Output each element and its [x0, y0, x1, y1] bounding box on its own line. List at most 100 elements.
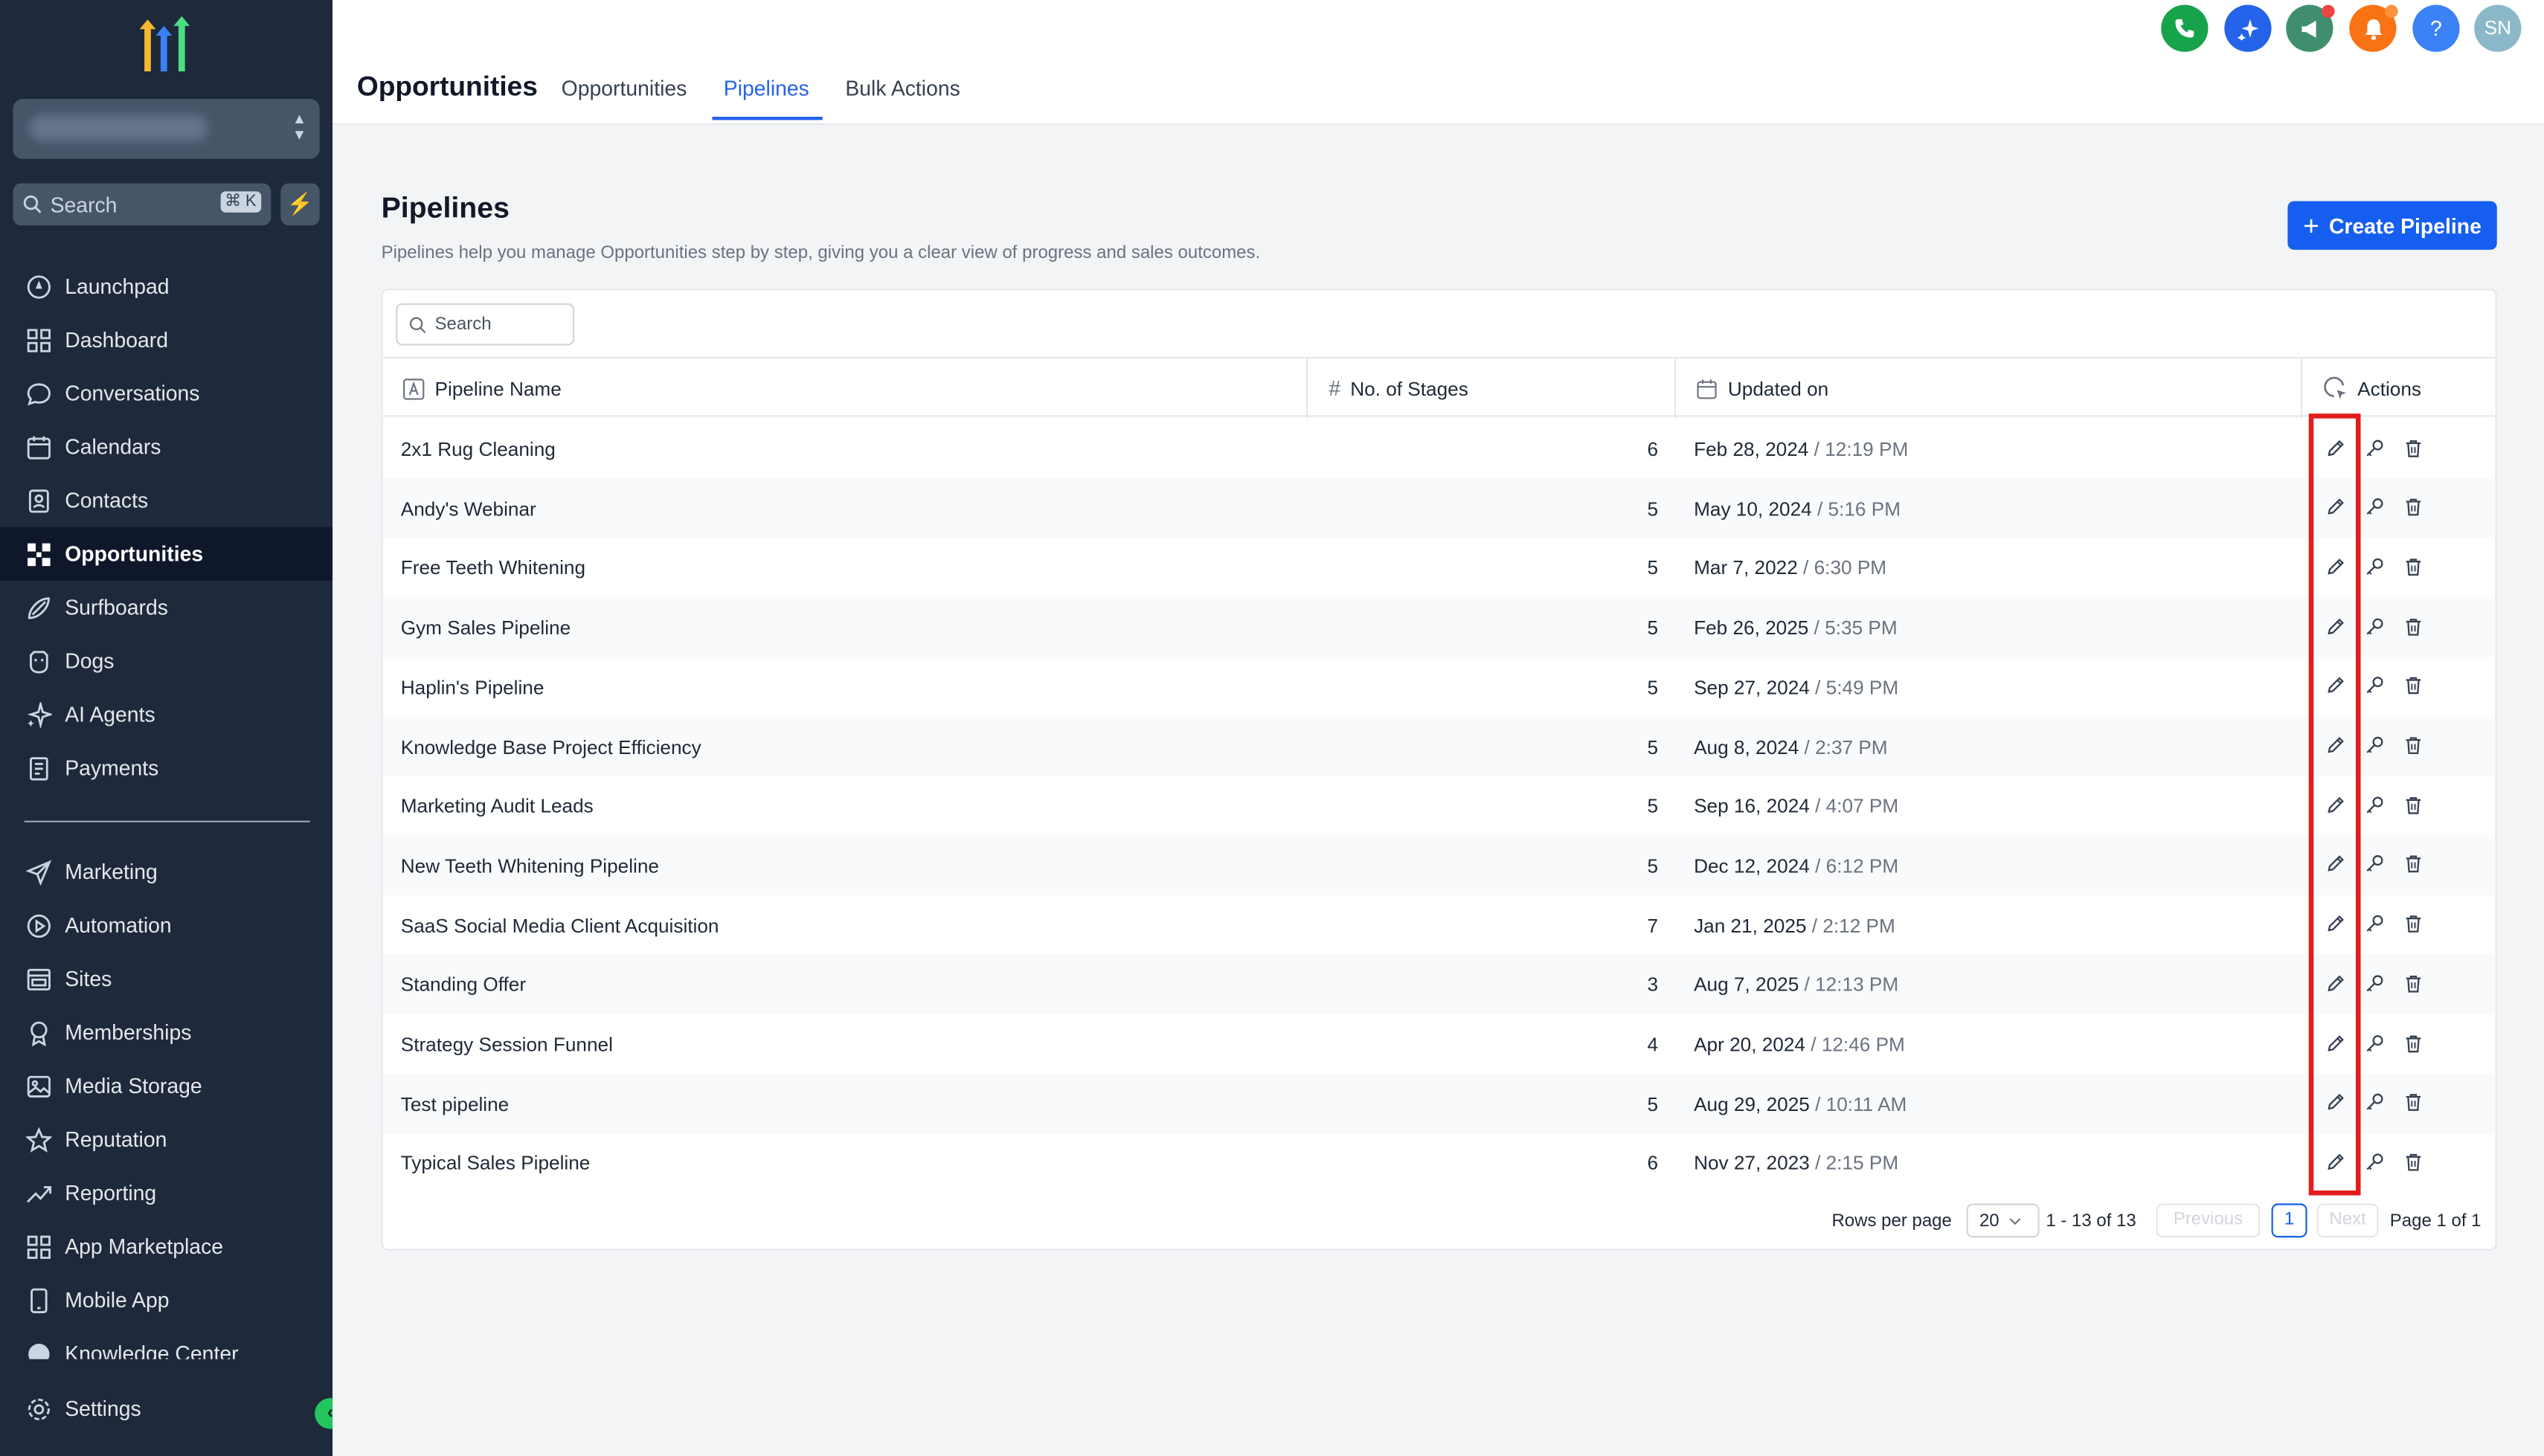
table-row[interactable]: Gym Sales Pipeline 5 Feb 26, 2025 / 5:35 P… [382, 596, 2496, 657]
key-icon[interactable] [2361, 970, 2387, 996]
table-search-placeholder: Search [434, 315, 492, 335]
sidebar-item-knowledge-center[interactable]: Knowledge Center [0, 1327, 333, 1359]
brand-logo[interactable] [133, 16, 198, 75]
sparkle-icon[interactable] [2224, 4, 2272, 52]
trash-icon[interactable] [2400, 613, 2426, 640]
key-icon[interactable] [2361, 554, 2387, 580]
trash-icon[interactable] [2400, 435, 2426, 461]
key-icon[interactable] [2361, 1089, 2387, 1115]
table-row[interactable]: Knowledge Base Project Efficiency 5 Aug 8,… [382, 715, 2496, 776]
sidebar-item-calendars[interactable]: Calendars [0, 420, 333, 474]
pipeline-name[interactable]: Typical Sales Pipeline [401, 1152, 591, 1175]
trash-icon[interactable] [2400, 495, 2426, 521]
table-row[interactable]: Strategy Session Funnel 4 Apr 20, 2024 / 1… [383, 1014, 2496, 1074]
key-icon[interactable] [2361, 1030, 2387, 1056]
key-icon[interactable] [2361, 1149, 2387, 1175]
star-icon [25, 1125, 54, 1154]
table-row[interactable]: 2x1 Rug Cleaning 6 Feb 28, 2024 / 12:19 PM [383, 419, 2496, 479]
previous-page-button[interactable]: Previous [2156, 1203, 2261, 1238]
sidebar-item-dashboard[interactable]: Dashboard [0, 313, 333, 367]
table-row[interactable]: New Teeth Whitening Pipeline 5 Dec 12, 202… [382, 835, 2496, 895]
trash-icon[interactable] [2400, 792, 2426, 818]
rows-per-page-select[interactable]: 20 [1966, 1203, 2040, 1238]
trash-icon[interactable] [2400, 554, 2426, 580]
pipeline-name[interactable]: New Teeth Whitening Pipeline [401, 854, 659, 877]
sidebar-item-launchpad[interactable]: Launchpad [0, 260, 333, 313]
pipeline-name[interactable]: Haplin's Pipeline [401, 676, 545, 699]
key-icon[interactable] [2361, 911, 2387, 937]
sidebar-item-contacts[interactable]: Contacts [0, 474, 333, 527]
pipeline-name[interactable]: Test pipeline [401, 1092, 510, 1115]
help-icon[interactable]: ? [2412, 4, 2460, 52]
phone-icon[interactable] [2161, 4, 2209, 52]
pipeline-name[interactable]: Andy's Webinar [401, 497, 536, 521]
column-header-updated[interactable]: Updated on [1695, 358, 1828, 419]
trash-icon[interactable] [2400, 732, 2426, 758]
trash-icon[interactable] [2400, 911, 2426, 937]
pipeline-name[interactable]: Standing Offer [401, 973, 526, 996]
table-row[interactable]: SaaS Social Media Client Acquisition 7 Jan… [383, 895, 2496, 955]
page-number-button[interactable]: 1 [2271, 1203, 2307, 1238]
create-pipeline-button[interactable]: + Create Pipeline [2287, 201, 2497, 250]
sidebar-item-sites[interactable]: Sites [0, 952, 333, 1005]
pipeline-name[interactable]: SaaS Social Media Client Acquisition [401, 914, 719, 937]
tab-pipelines[interactable]: Pipelines [724, 77, 809, 101]
table-row[interactable]: Marketing Audit Leads 5 Sep 16, 2024 / 4:0… [383, 776, 2496, 836]
tab-bulk-actions[interactable]: Bulk Actions [845, 77, 960, 101]
date-separator: / [1805, 1033, 1822, 1056]
sidebar-item-opportunities[interactable]: Opportunities [0, 526, 333, 581]
trash-icon[interactable] [2400, 673, 2426, 699]
column-header-stages[interactable]: # No. of Stages [1329, 358, 1468, 419]
trash-icon[interactable] [2400, 1149, 2426, 1175]
tab-opportunities[interactable]: Opportunities [562, 77, 687, 101]
sidebar-item-reporting[interactable]: Reporting [0, 1166, 333, 1220]
key-icon[interactable] [2361, 851, 2387, 877]
account-switcher[interactable]: ▲ ▼ [13, 99, 320, 159]
quick-action-bolt-icon[interactable]: ⚡ [280, 183, 320, 226]
table-row[interactable]: Andy's Webinar 5 May 10, 2024 / 5:16 PM [382, 477, 2496, 538]
page-subtitle: Pipelines help you manage Opportunities … [381, 243, 1261, 263]
sidebar-item-conversations[interactable]: Conversations [0, 367, 333, 420]
table-search-input[interactable]: Search [396, 303, 575, 346]
pipeline-name[interactable]: Free Teeth Whitening [401, 557, 585, 580]
sidebar-item-media-storage[interactable]: Media Storage [0, 1059, 333, 1112]
pipeline-name[interactable]: 2x1 Rug Cleaning [401, 438, 556, 461]
key-icon[interactable] [2361, 495, 2387, 521]
sidebar-item-payments[interactable]: Payments [0, 741, 333, 795]
table-row[interactable]: Haplin's Pipeline 5 Sep 27, 2024 / 5:49 PM [383, 657, 2496, 717]
key-icon[interactable] [2361, 435, 2387, 461]
trash-icon[interactable] [2400, 970, 2426, 996]
sidebar-item-memberships[interactable]: Memberships [0, 1005, 333, 1059]
sidebar-item-app-marketplace[interactable]: App Marketplace [0, 1220, 333, 1273]
sidebar-item-settings[interactable]: Settings [0, 1382, 333, 1435]
trash-icon[interactable] [2400, 851, 2426, 877]
sidebar-item-reputation[interactable]: Reputation [0, 1112, 333, 1166]
sidebar-item-surfboards[interactable]: Surfboards [0, 581, 333, 634]
top-bar: Opportunities Opportunities Pipelines Bu… [333, 0, 2544, 125]
sidebar-item-ai-agents[interactable]: AI Agents [0, 688, 333, 741]
key-icon[interactable] [2361, 792, 2387, 818]
sidebar-item-marketing[interactable]: Marketing [0, 845, 333, 898]
sidebar-item-dogs[interactable]: Dogs [0, 634, 333, 688]
table-row[interactable]: Free Teeth Whitening 5 Mar 7, 2022 / 6:30 … [383, 538, 2496, 598]
column-header-name[interactable]: Pipeline Name [402, 358, 562, 419]
next-page-button[interactable]: Next [2316, 1203, 2379, 1238]
key-icon[interactable] [2361, 673, 2387, 699]
pipeline-name[interactable]: Strategy Session Funnel [401, 1033, 613, 1056]
key-icon[interactable] [2361, 732, 2387, 758]
stage-count: 5 [1647, 556, 1659, 580]
trash-icon[interactable] [2400, 1089, 2426, 1115]
key-icon[interactable] [2361, 613, 2387, 640]
trash-icon[interactable] [2400, 1030, 2426, 1056]
table-row[interactable]: Typical Sales Pipeline 6 Nov 27, 2023 / 2:… [383, 1133, 2496, 1193]
sidebar-search[interactable]: Search ⌘ K [13, 183, 272, 226]
sidebar-item-mobile-app[interactable]: Mobile App [0, 1273, 333, 1327]
user-avatar[interactable]: SN [2474, 4, 2522, 52]
pipeline-name[interactable]: Gym Sales Pipeline [401, 616, 571, 640]
table-row[interactable]: Test pipeline 5 Aug 29, 2025 / 10:11 AM [382, 1073, 2496, 1133]
sidebar-item-automation[interactable]: Automation [0, 898, 333, 952]
pipeline-name[interactable]: Marketing Audit Leads [401, 795, 594, 818]
table-row[interactable]: Standing Offer 3 Aug 7, 2025 / 12:13 PM [382, 954, 2496, 1014]
sidebar-item-label: Dashboard [65, 327, 168, 352]
pipeline-name[interactable]: Knowledge Base Project Efficiency [401, 735, 701, 758]
